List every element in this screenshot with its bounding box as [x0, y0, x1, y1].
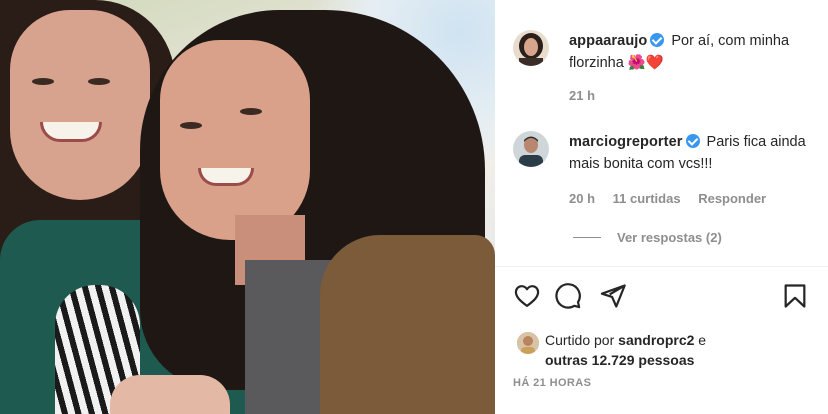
- photo-right-person-coat: [320, 235, 495, 414]
- photo-left-person-face: [10, 10, 150, 200]
- photo-eye: [180, 122, 202, 129]
- heart-icon[interactable]: [513, 282, 541, 310]
- section-divider: [495, 266, 828, 267]
- other-likers-link[interactable]: outras 12.729 pessoas: [545, 352, 694, 368]
- reply-button[interactable]: Responder: [698, 191, 766, 206]
- avatar[interactable]: [513, 30, 549, 66]
- comment-meta: 20 h 11 curtidas Responder: [569, 191, 780, 206]
- replies-line-divider: [573, 237, 601, 238]
- photo-right-person-face: [160, 40, 310, 240]
- view-replies-label: Ver respostas (2): [617, 230, 722, 245]
- bookmark-icon[interactable]: [781, 282, 809, 310]
- post-timestamp: HÁ 21 HORAS: [513, 377, 592, 389]
- flower-heart-emoji: 🌺❤️: [627, 55, 664, 71]
- comment-age: 21 h: [569, 88, 596, 103]
- liker-avatar[interactable]: [517, 332, 539, 354]
- action-bar: [513, 282, 813, 312]
- photo-eye: [32, 78, 54, 85]
- comment-username[interactable]: appaaraujo: [569, 33, 647, 49]
- photo-smile: [40, 122, 102, 142]
- avatar[interactable]: [513, 131, 549, 167]
- photo-eye: [240, 108, 262, 115]
- comment-username[interactable]: marciogreporter: [569, 134, 683, 150]
- comment-text: marciogreporter Paris fica ainda mais bo…: [569, 131, 827, 175]
- view-replies-button[interactable]: Ver respostas (2): [573, 230, 722, 245]
- comment-age: 20 h: [569, 191, 596, 206]
- paper-plane-icon[interactable]: [599, 282, 627, 310]
- verified-badge-icon: [650, 33, 665, 47]
- photo-smile: [198, 168, 254, 186]
- liker-username[interactable]: sandroprc2: [618, 332, 694, 348]
- liked-by-prefix: Curtido por: [545, 332, 615, 348]
- comment-icon[interactable]: [554, 282, 582, 310]
- comment-meta: 21 h: [569, 88, 609, 103]
- likes-text: Curtido por sandroprc2 e outras 12.729 p…: [545, 330, 825, 370]
- comments-panel: appaaraujo Por aí, com minha florzinha 🌺…: [495, 0, 828, 414]
- photo-eye: [88, 78, 110, 85]
- liked-by-conjunction: e: [698, 332, 707, 348]
- comment-likes[interactable]: 11 curtidas: [613, 191, 681, 206]
- comment-text: appaaraujo Por aí, com minha florzinha 🌺…: [569, 30, 827, 74]
- comment-item: appaaraujo Por aí, com minha florzinha 🌺…: [513, 30, 823, 110]
- comment-item: marciogreporter Paris fica ainda mais bo…: [513, 131, 823, 221]
- post-photo[interactable]: [0, 0, 495, 414]
- photo-hand: [110, 375, 230, 414]
- verified-badge-icon: [685, 134, 700, 148]
